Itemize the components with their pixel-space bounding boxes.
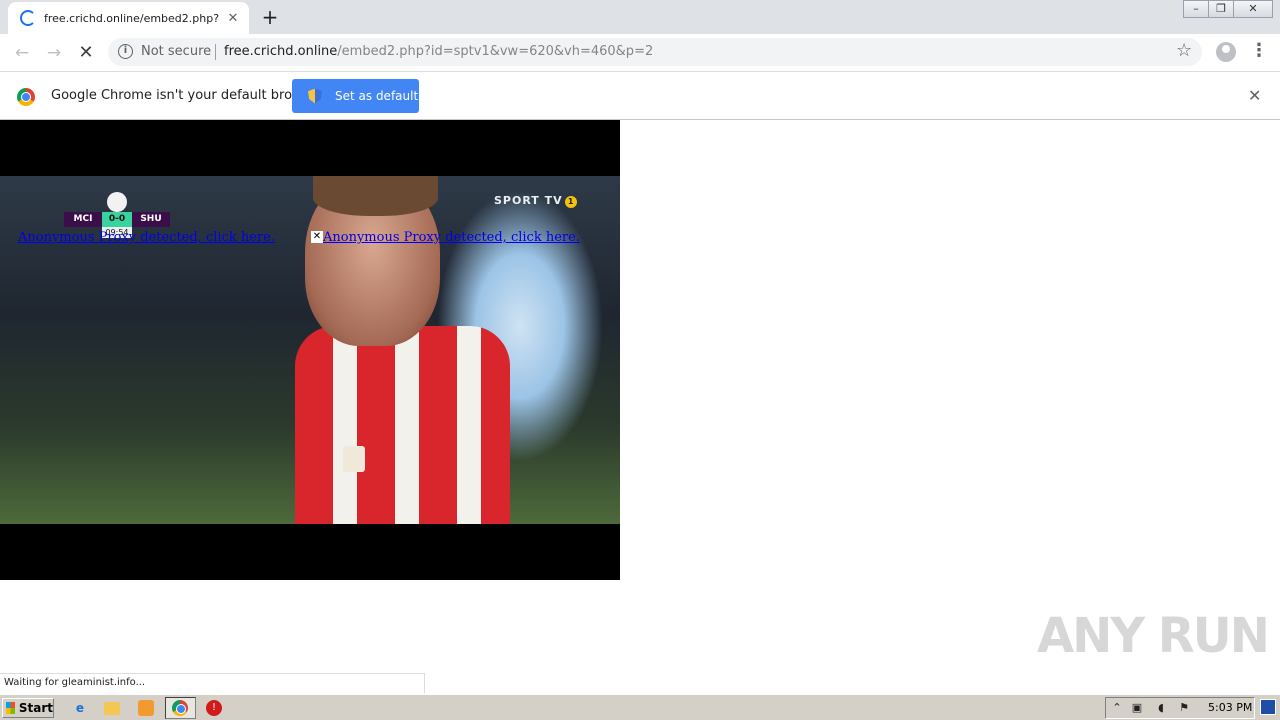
address-bar[interactable]: i Not secure free.crichd.online/embed2.p… (108, 38, 1202, 66)
info-icon[interactable]: i (118, 44, 133, 59)
profile-avatar-icon[interactable] (1216, 42, 1236, 62)
infobar-message: Google Chrome isn't your default browser (51, 88, 323, 103)
proxy-warning-link-2[interactable]: Anonymous Proxy detected, click here. (323, 230, 580, 245)
desktop: free.crichd.online/embed2.php?id=sptv1&v… (0, 0, 1280, 720)
chrome-taskbar-button[interactable] (165, 697, 196, 719)
set-as-default-label: Set as default (335, 89, 419, 103)
forward-button[interactable]: → (42, 41, 66, 65)
home-team: MCI (64, 212, 102, 227)
new-tab-button[interactable]: + (258, 6, 282, 30)
proxy-warning-link-1[interactable]: Anonymous Proxy detected, click here. (18, 230, 275, 245)
set-as-default-button[interactable]: Set as default (292, 79, 419, 113)
volume-icon[interactable]: ◖ (1153, 700, 1169, 716)
back-button[interactable]: ← (10, 41, 34, 65)
bookmark-star-icon[interactable]: ☆ (1176, 40, 1192, 61)
tab-close-icon[interactable]: ✕ (225, 11, 241, 26)
folder-icon[interactable] (104, 702, 120, 715)
windows-taskbar: Start e ! ⌃ ▣ ◖ ⚑ 5:03 PM (0, 694, 1280, 720)
tray-expand-icon[interactable]: ⌃ (1109, 700, 1125, 716)
start-button[interactable]: Start (2, 698, 54, 718)
stop-loading-button[interactable]: ✕ (74, 41, 98, 65)
tab-strip: free.crichd.online/embed2.php?id=sptv1&v… (0, 0, 1280, 34)
internet-explorer-icon[interactable]: e (71, 699, 89, 717)
url-text[interactable]: free.crichd.online/embed2.php?id=sptv1&v… (224, 44, 653, 59)
score-bug: MCI 0-0 SHU (64, 212, 170, 227)
footballer-image (295, 176, 510, 524)
start-label: Start (18, 701, 53, 715)
window-close-button[interactable]: ✕ (1233, 0, 1273, 18)
chrome-logo-icon (17, 88, 35, 106)
ad-close-icon[interactable]: ✕ (311, 231, 323, 243)
default-browser-infobar: Google Chrome isn't your default browser… (0, 71, 1280, 120)
anyrun-watermark: ANY RUN (1037, 608, 1270, 664)
tab-title: free.crichd.online/embed2.php?id=sptv1&v… (44, 11, 219, 25)
action-center-flag-icon[interactable]: ⚑ (1176, 700, 1192, 716)
url-host: free.crichd.online (224, 44, 338, 59)
loading-spinner-icon (20, 10, 36, 26)
chrome-taskbar-icon (172, 700, 188, 716)
premier-league-logo-icon (107, 192, 127, 212)
omnibox-divider (215, 44, 216, 60)
media-player-icon[interactable] (138, 700, 154, 716)
security-indicator[interactable]: Not secure (141, 44, 211, 59)
url-path: /embed2.php?id=sptv1&vw=620&vh=460&p=2 (337, 44, 654, 59)
score: 0-0 (102, 212, 132, 227)
clock[interactable]: 5:03 PM (1208, 701, 1252, 714)
channel-name: SPORT TV (494, 194, 563, 207)
windows-logo-icon (6, 702, 15, 714)
chrome-menu-icon[interactable]: ⋮ (1250, 40, 1268, 61)
channel-number: 1 (564, 196, 577, 208)
away-team: SHU (132, 212, 170, 227)
opera-icon[interactable]: ! (206, 700, 222, 716)
maximize-button[interactable]: ❐ (1208, 0, 1234, 18)
tab-crichd[interactable]: free.crichd.online/embed2.php?id=sptv1&v… (8, 2, 249, 34)
minimize-button[interactable]: – (1183, 0, 1209, 18)
show-desktop-button[interactable] (1260, 699, 1276, 715)
status-bubble: Waiting for gleaminist.info... (0, 673, 425, 693)
video-player[interactable] (0, 120, 620, 580)
uac-shield-icon (308, 88, 322, 104)
infobar-close-icon[interactable]: ✕ (1248, 86, 1261, 105)
video-frame[interactable] (0, 176, 620, 524)
network-icon[interactable]: ▣ (1129, 700, 1145, 716)
channel-logo: SPORT TV 1 (494, 194, 577, 208)
